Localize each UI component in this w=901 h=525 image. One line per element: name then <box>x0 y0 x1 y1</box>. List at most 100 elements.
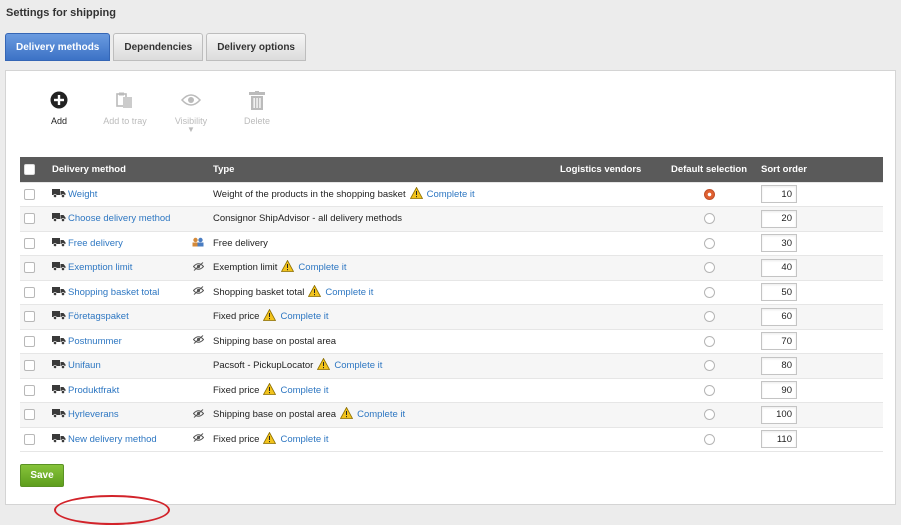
row-checkbox[interactable] <box>24 360 35 372</box>
header-delivery-method[interactable]: Delivery method <box>48 157 187 182</box>
delivery-method-link[interactable]: Företagspaket <box>68 311 129 322</box>
logistics-vendors-cell <box>556 426 667 452</box>
warning-icon <box>281 259 295 275</box>
truck-icon <box>52 237 66 250</box>
header-type[interactable]: Type <box>209 157 556 182</box>
default-selection-radio[interactable] <box>704 335 715 347</box>
hidden-icon <box>192 286 204 298</box>
default-selection-radio[interactable] <box>704 286 715 298</box>
sort-order-input[interactable] <box>761 381 797 400</box>
row-checkbox[interactable] <box>24 286 35 298</box>
sort-order-input[interactable] <box>761 307 797 326</box>
warning-icon <box>308 284 322 300</box>
complete-it-link[interactable]: Complete it <box>280 434 328 445</box>
delivery-methods-panel: Add Add to tray Visibility ▼ Delete Deli… <box>5 70 896 525</box>
complete-it-link[interactable]: Complete it <box>298 262 346 273</box>
row-checkbox[interactable] <box>24 237 35 249</box>
table-row: Free delivery Free delivery <box>20 230 883 256</box>
truck-icon <box>52 335 66 348</box>
row-checkbox[interactable] <box>24 433 35 445</box>
sort-order-input[interactable] <box>761 258 797 277</box>
type-text: Shipping base on postal area <box>213 335 337 347</box>
warning-icon <box>263 431 277 447</box>
delivery-method-link[interactable]: Choose delivery method <box>68 213 170 224</box>
table-row: Weight Weight of the products in the shop… <box>20 181 883 207</box>
row-checkbox[interactable] <box>24 335 35 347</box>
warning-icon <box>409 186 423 202</box>
type-text: Pacsoft - PickupLocator <box>213 360 314 372</box>
header-sort-order[interactable]: Sort order <box>757 157 883 182</box>
table-row: New delivery method Fixed price Complete i… <box>20 426 883 452</box>
type-text: Weight of the products in the shopping b… <box>213 188 406 200</box>
logistics-vendors-cell <box>556 328 667 354</box>
default-selection-radio[interactable] <box>704 384 715 396</box>
visibility-button[interactable]: Visibility ▼ <box>162 89 220 134</box>
sort-order-input[interactable] <box>761 430 797 449</box>
header-default-selection[interactable]: Default selection <box>667 157 757 182</box>
sort-order-input[interactable] <box>761 283 797 302</box>
hidden-icon <box>192 335 204 347</box>
table-row: Choose delivery method Consignor ShipAdvi… <box>20 206 883 231</box>
complete-it-link[interactable]: Complete it <box>427 189 475 200</box>
delivery-method-link[interactable]: Hyrleverans <box>68 409 119 420</box>
complete-it-link[interactable]: Complete it <box>280 385 328 396</box>
truck-icon <box>52 261 66 274</box>
row-checkbox[interactable] <box>24 384 35 396</box>
type-text: Free delivery <box>213 237 268 249</box>
complete-it-link[interactable]: Complete it <box>280 311 328 322</box>
chevron-down-icon: ▼ <box>187 125 195 134</box>
warning-icon <box>263 308 277 324</box>
delete-button[interactable]: Delete <box>228 89 286 134</box>
truck-icon <box>52 286 66 299</box>
sort-order-input[interactable] <box>761 332 797 351</box>
row-checkbox[interactable] <box>24 311 35 323</box>
row-checkbox[interactable] <box>24 188 35 200</box>
hidden-icon <box>192 433 204 445</box>
select-all-checkbox[interactable] <box>24 163 35 175</box>
default-selection-radio[interactable] <box>704 409 715 421</box>
add-button[interactable]: Add <box>30 89 88 134</box>
warning-icon <box>339 406 354 422</box>
sort-order-input[interactable] <box>761 209 797 228</box>
complete-it-link[interactable]: Complete it <box>334 360 382 371</box>
tab-delivery-methods[interactable]: Delivery methods <box>5 33 111 61</box>
row-checkbox[interactable] <box>24 262 35 274</box>
hidden-icon <box>192 261 204 274</box>
complete-it-link[interactable]: Complete it <box>357 409 405 420</box>
delivery-method-link[interactable]: Postnummer <box>68 336 122 347</box>
delivery-method-link[interactable]: Unifaun <box>68 360 101 371</box>
delivery-method-link[interactable]: Weight <box>68 189 97 200</box>
complete-it-link[interactable]: Complete it <box>325 287 373 298</box>
row-checkbox[interactable] <box>24 213 35 225</box>
logistics-vendors-cell <box>556 181 667 207</box>
page-title: Settings for shipping <box>6 7 116 19</box>
delivery-method-link[interactable]: Produktfrakt <box>68 385 119 396</box>
default-selection-radio[interactable] <box>704 433 715 445</box>
type-text: Fixed price <box>213 384 260 396</box>
default-selection-radio[interactable] <box>704 360 715 372</box>
add-to-tray-button[interactable]: Add to tray <box>96 89 154 134</box>
hidden-icon <box>192 408 204 421</box>
default-selection-radio[interactable] <box>704 188 715 200</box>
sort-order-input[interactable] <box>761 356 797 375</box>
sort-order-input[interactable] <box>761 234 797 253</box>
delivery-method-link[interactable]: Shopping basket total <box>68 287 159 298</box>
default-selection-radio[interactable] <box>704 311 715 323</box>
delivery-methods-table: Delivery method Type Logistics vendors D… <box>20 157 883 452</box>
default-selection-radio[interactable] <box>704 237 715 249</box>
delivery-method-link[interactable]: Free delivery <box>68 238 123 249</box>
delivery-method-link[interactable]: New delivery method <box>68 434 157 445</box>
delivery-method-link[interactable]: Exemption limit <box>68 262 132 273</box>
add-label: Add <box>50 116 67 126</box>
sort-order-input[interactable] <box>761 185 797 204</box>
tab-bar: Delivery methods Dependencies Delivery o… <box>5 33 306 61</box>
save-button[interactable]: Save <box>20 464 64 487</box>
type-text: Fixed price <box>213 433 260 445</box>
header-logistics-vendors[interactable]: Logistics vendors <box>556 157 667 182</box>
row-checkbox[interactable] <box>24 409 35 421</box>
tab-delivery-options[interactable]: Delivery options <box>206 33 306 61</box>
default-selection-radio[interactable] <box>704 262 715 274</box>
tab-dependencies[interactable]: Dependencies <box>113 33 204 61</box>
default-selection-radio[interactable] <box>704 213 715 225</box>
sort-order-input[interactable] <box>761 405 797 424</box>
